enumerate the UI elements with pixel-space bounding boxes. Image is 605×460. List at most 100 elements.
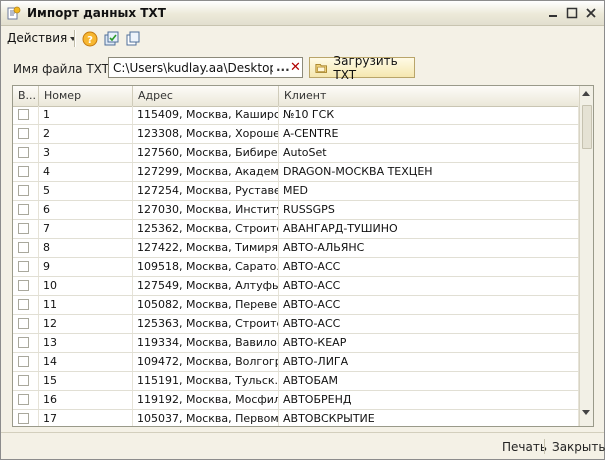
row-checkbox[interactable] xyxy=(18,223,29,234)
help-button[interactable]: ? xyxy=(81,30,99,48)
scroll-up-arrow-icon[interactable] xyxy=(582,91,590,96)
row-number[interactable]: 15 xyxy=(39,372,133,390)
scroll-down-arrow-icon[interactable] xyxy=(582,410,590,415)
row-number[interactable]: 10 xyxy=(39,277,133,295)
file-path-value[interactable]: C:\Users\kudlay.aa\Desktop\11. xyxy=(113,61,273,75)
row-address[interactable]: 127254, Москва, Руставе... xyxy=(133,182,279,200)
row-client[interactable]: АВТО-АСС xyxy=(279,315,579,333)
row-checkbox-cell[interactable] xyxy=(13,239,39,257)
row-number[interactable]: 4 xyxy=(39,163,133,181)
row-client[interactable]: АВТОВСКРЫТИЕ xyxy=(279,410,579,426)
title-bar[interactable]: Импорт данных TXT xyxy=(1,1,604,26)
row-checkbox[interactable] xyxy=(18,337,29,348)
vertical-scrollbar[interactable] xyxy=(579,86,593,426)
table-row[interactable]: 12 125363, Москва, Строите... АВТО-АСС xyxy=(13,315,579,334)
row-number[interactable]: 14 xyxy=(39,353,133,371)
row-checkbox-cell[interactable] xyxy=(13,163,39,181)
row-address[interactable]: 119192, Москва, Мосфил... xyxy=(133,391,279,409)
row-checkbox-cell[interactable] xyxy=(13,315,39,333)
row-checkbox[interactable] xyxy=(18,356,29,367)
row-checkbox-cell[interactable] xyxy=(13,277,39,295)
row-client[interactable]: DRAGON-МОСКВА ТЕХЦЕН xyxy=(279,163,579,181)
clear-file-button[interactable]: ✕ xyxy=(289,59,302,76)
table-row[interactable]: 1 115409, Москва, Каширс... №10 ГСК xyxy=(13,106,579,125)
column-header-number[interactable]: Номер xyxy=(39,86,133,106)
table-row[interactable]: 14 109472, Москва, Волгогр... АВТО-ЛИГА xyxy=(13,353,579,372)
row-number[interactable]: 11 xyxy=(39,296,133,314)
select-file-button[interactable]: ... xyxy=(276,59,290,76)
row-address[interactable]: 127549, Москва, Алтуфь... xyxy=(133,277,279,295)
row-client[interactable]: RUSSGPS xyxy=(279,201,579,219)
row-address[interactable]: 109518, Москва, Сарато... xyxy=(133,258,279,276)
load-txt-button[interactable]: Загрузить TXT xyxy=(309,54,415,82)
table-row[interactable]: 9 109518, Москва, Сарато... АВТО-АСС xyxy=(13,258,579,277)
row-number[interactable]: 6 xyxy=(39,201,133,219)
row-checkbox[interactable] xyxy=(18,204,29,215)
row-checkbox-cell[interactable] xyxy=(13,220,39,238)
row-checkbox[interactable] xyxy=(18,375,29,386)
row-checkbox-cell[interactable] xyxy=(13,296,39,314)
file-name-field[interactable]: C:\Users\kudlay.aa\Desktop\11. ... ✕ xyxy=(108,57,303,78)
minimize-button[interactable] xyxy=(545,5,561,21)
row-address[interactable]: 105082, Москва, Переве... xyxy=(133,296,279,314)
row-checkbox[interactable] xyxy=(18,185,29,196)
row-client[interactable]: АВТО-КЕАР xyxy=(279,334,579,352)
row-address[interactable]: 123308, Москва, Хороше... xyxy=(133,125,279,143)
row-number[interactable]: 9 xyxy=(39,258,133,276)
table-row[interactable]: 2 123308, Москва, Хороше... A-CENTRE xyxy=(13,125,579,144)
table-row[interactable]: 10 127549, Москва, Алтуфь... АВТО-АСС xyxy=(13,277,579,296)
table-row[interactable]: 3 127560, Москва, Бибире... AutoSet xyxy=(13,144,579,163)
actions-menu[interactable]: Действия xyxy=(7,30,77,46)
refresh-button[interactable] xyxy=(102,30,120,48)
row-checkbox-cell[interactable] xyxy=(13,334,39,352)
row-address[interactable]: 125362, Москва, Строите... xyxy=(133,220,279,238)
row-checkbox-cell[interactable] xyxy=(13,106,39,124)
table-row[interactable]: 17 105037, Москва, Первом... АВТОВСКРЫТИЕ xyxy=(13,410,579,426)
close-button[interactable]: Закрыть xyxy=(552,440,605,454)
row-checkbox[interactable] xyxy=(18,128,29,139)
row-checkbox-cell[interactable] xyxy=(13,201,39,219)
table-row[interactable]: 7 125362, Москва, Строите... АВАНГАРД-ТУШИ… xyxy=(13,220,579,239)
row-checkbox[interactable] xyxy=(18,299,29,310)
row-checkbox-cell[interactable] xyxy=(13,391,39,409)
column-header-checkbox[interactable]: В... xyxy=(13,86,39,106)
maximize-button[interactable] xyxy=(564,5,580,21)
row-checkbox-cell[interactable] xyxy=(13,144,39,162)
row-checkbox-cell[interactable] xyxy=(13,353,39,371)
row-number[interactable]: 8 xyxy=(39,239,133,257)
table-row[interactable]: 5 127254, Москва, Руставе... MED xyxy=(13,182,579,201)
row-checkbox-cell[interactable] xyxy=(13,410,39,426)
row-checkbox[interactable] xyxy=(18,318,29,329)
row-number[interactable]: 5 xyxy=(39,182,133,200)
row-number[interactable]: 17 xyxy=(39,410,133,426)
column-header-client[interactable]: Клиент xyxy=(279,86,579,106)
row-checkbox[interactable] xyxy=(18,166,29,177)
row-checkbox-cell[interactable] xyxy=(13,182,39,200)
row-checkbox-cell[interactable] xyxy=(13,125,39,143)
row-address[interactable]: 119334, Москва, Вавило... xyxy=(133,334,279,352)
table-row[interactable]: 15 115191, Москва, Тульск... АВТОБАМ xyxy=(13,372,579,391)
row-address[interactable]: 127299, Москва, Академ... xyxy=(133,163,279,181)
row-client[interactable]: АВАНГАРД-ТУШИНО xyxy=(279,220,579,238)
table-row[interactable]: 4 127299, Москва, Академ... DRAGON-МОСКВА … xyxy=(13,163,579,182)
row-checkbox[interactable] xyxy=(18,242,29,253)
row-checkbox[interactable] xyxy=(18,261,29,272)
row-client[interactable]: №10 ГСК xyxy=(279,106,579,124)
table-row[interactable]: 11 105082, Москва, Переве... АВТО-АСС xyxy=(13,296,579,315)
row-number[interactable]: 3 xyxy=(39,144,133,162)
row-checkbox[interactable] xyxy=(18,109,29,120)
row-checkbox[interactable] xyxy=(18,394,29,405)
close-window-button[interactable] xyxy=(583,5,599,21)
table-row[interactable]: 13 119334, Москва, Вавило... АВТО-КЕАР xyxy=(13,334,579,353)
print-button[interactable]: Печать xyxy=(502,440,547,454)
row-client[interactable]: АВТОБРЕНД xyxy=(279,391,579,409)
row-address[interactable]: 127422, Москва, Тимиря... xyxy=(133,239,279,257)
scrollbar-thumb[interactable] xyxy=(582,105,592,149)
row-client[interactable]: AutoSet xyxy=(279,144,579,162)
row-number[interactable]: 13 xyxy=(39,334,133,352)
row-checkbox-cell[interactable] xyxy=(13,258,39,276)
row-number[interactable]: 12 xyxy=(39,315,133,333)
row-client[interactable]: АВТОБАМ xyxy=(279,372,579,390)
table-row[interactable]: 6 127030, Москва, Институ... RUSSGPS xyxy=(13,201,579,220)
row-address[interactable]: 127030, Москва, Институ... xyxy=(133,201,279,219)
